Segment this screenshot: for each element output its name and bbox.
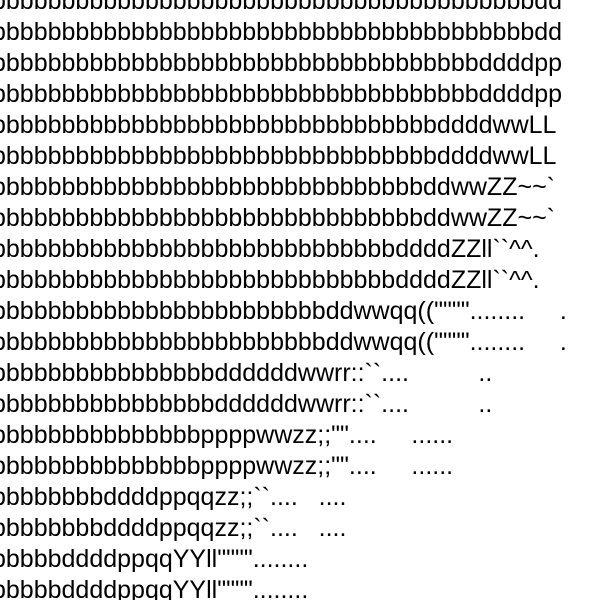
art-line: bbbbbbbbbbbbbbbbbbbbbbbbbbbbbbbbddddwwLL xyxy=(0,111,557,139)
art-line: bbbbbbbbbbbbbbbbbbbbbbbbbbbbbbbddwwZZ~~` xyxy=(0,173,556,201)
art-line: bbbbbbbbbbbbbbbbbbbbbbbbbbbbbddddZZll``^… xyxy=(0,235,540,263)
art-line: bbbbbbbbbbbbbbbbbbbbbbbbbbbbbbbbbbbddddp… xyxy=(0,49,563,77)
art-line: bbbbbbbbbbbbbbbbbbbbbbbbbbbbbbbbbbbbbbbd… xyxy=(0,0,563,15)
art-line: bbbbbbbbbbbbbbbbbbbbbbbbbbbbbbbbbbbddddp… xyxy=(0,80,563,108)
art-line: bbbbbbbbddddppqqzz;;``.... .... xyxy=(0,514,347,542)
art-line: bbbbbbbbbbbbbbbbddddddwwrr::``.... .. xyxy=(0,359,493,387)
art-line: bbbbbbbbbbbbbbbppppwwzz;;"".... ...... xyxy=(0,421,454,449)
art-line: bbbbbbbbbbbbbbbbbbbbbbbbbbbbbbbbbbbbbbbd… xyxy=(0,18,563,46)
ascii-art-canvas: bbbbbbbbbbbbbbbbbbbbbbbbbbbbbbbbbbbbbbbd… xyxy=(0,0,600,600)
art-line: bbbbbbbbddddppqqzz;;``.... .... xyxy=(0,483,347,511)
art-line: bbbbbbbbbbbbbbbbddddddwwrr::``.... .. xyxy=(0,390,493,418)
art-line: bbbbbbbbbbbbbbbbbbbbbbbbbbbbbddddZZll``^… xyxy=(0,266,540,294)
art-line: bbbbbbbbbbbbbbbbbbbbbbbbbbbbbbbbddddwwLL xyxy=(0,142,557,170)
art-line: bbbbbbbbbbbbbbbbbbbbbbbbbbbbbbbddwwZZ~~` xyxy=(0,204,556,232)
art-line: bbbbbbbbbbbbbbbbbbbbbbbbddwwqq((""""....… xyxy=(0,328,567,356)
art-line: bbbbbbbbbbbbbbbbbbbbbbbbddwwqq((""""....… xyxy=(0,297,567,325)
art-line: bbbbbddddppqqYYll""""........ xyxy=(0,576,309,600)
art-line: bbbbbbbbbbbbbbbppppwwzz;;"".... ...... xyxy=(0,452,454,480)
art-line: bbbbbddddppqqYYll""""........ xyxy=(0,545,309,573)
